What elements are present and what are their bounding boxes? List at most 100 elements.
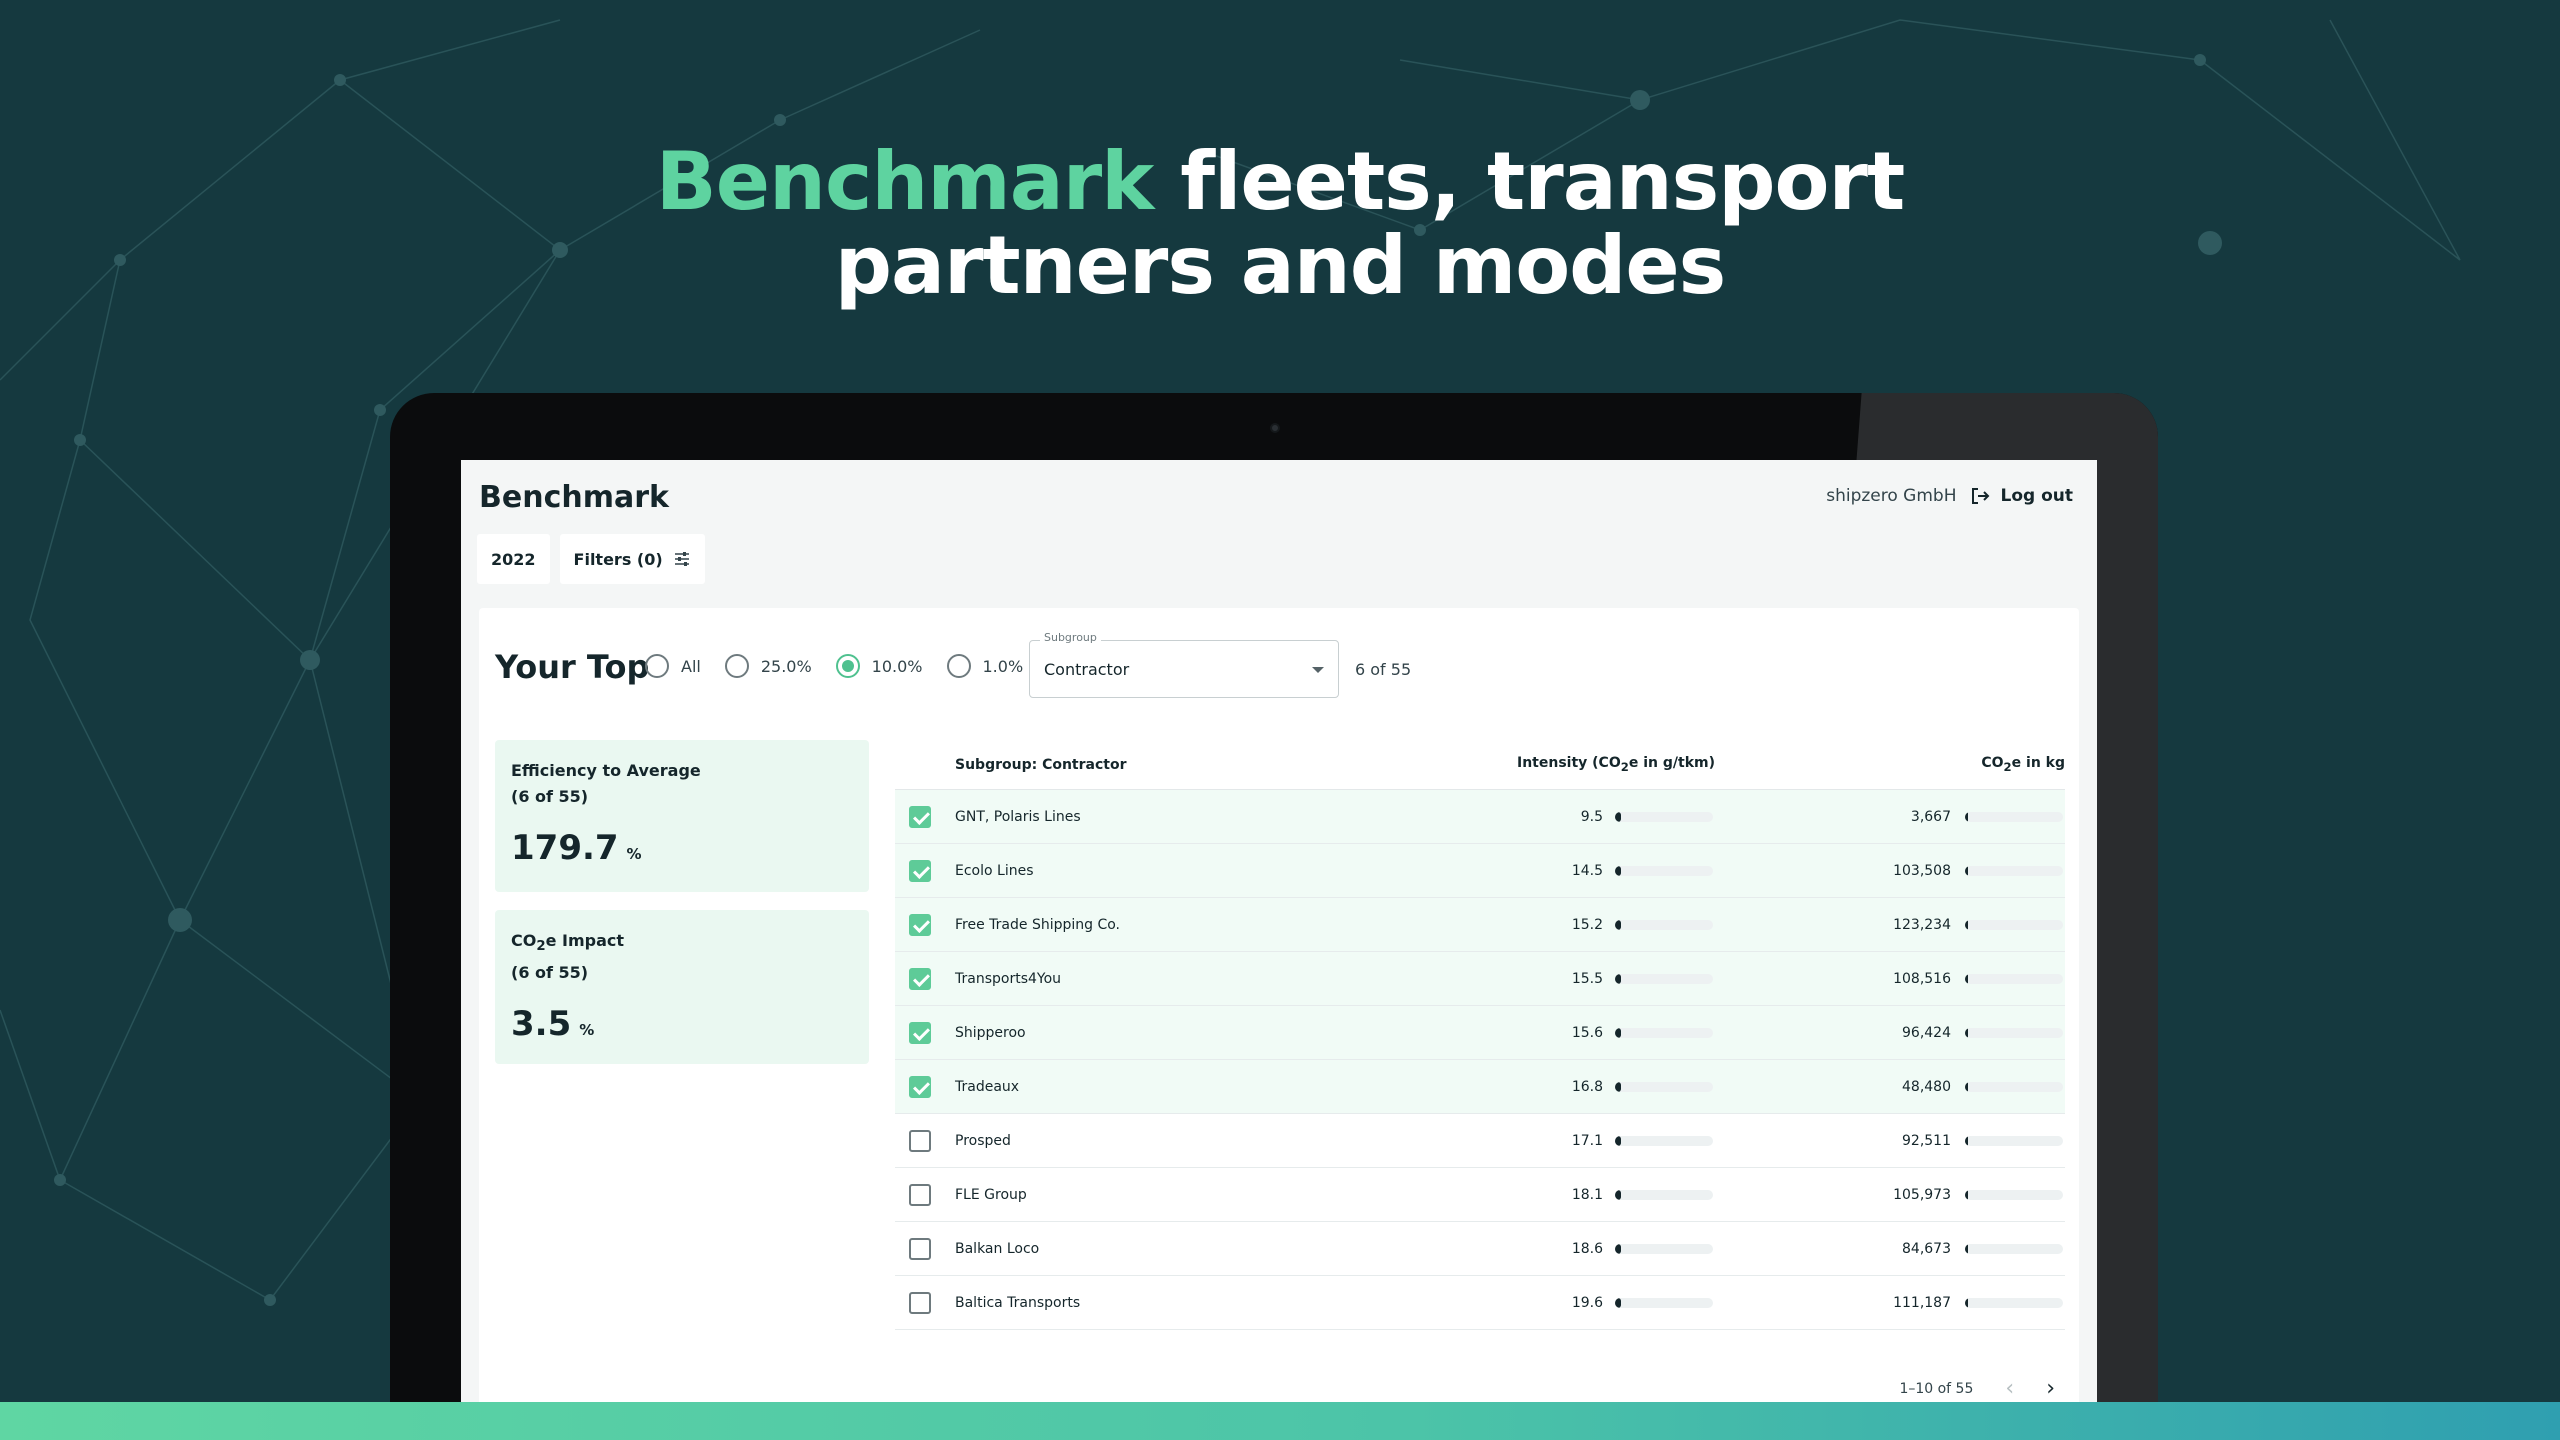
column-header-name[interactable]: Subgroup: Contractor [955,757,1435,773]
co2-bar-fill [1965,865,1968,876]
intensity-value: 15.2 [1571,916,1603,933]
row-checkbox[interactable] [909,967,931,990]
table-row[interactable]: Free Trade Shipping Co. 15.2 123,234 [895,898,2065,952]
radio-label: 1.0% [982,656,1024,676]
logout-icon [1972,488,1990,504]
kpi-unit: % [626,845,642,863]
co2-value: 123,234 [1893,916,1951,933]
co2-bar [1965,973,2063,984]
intensity-value: 18.1 [1571,1186,1603,1203]
row-checkbox[interactable] [909,1129,931,1152]
intensity-bar [1615,1189,1713,1200]
table-row[interactable]: FLE Group 18.1 105,973 [895,1168,2065,1222]
row-checkbox-cell [895,1021,955,1044]
row-checkbox[interactable] [909,1183,931,1206]
co2-value: 96,424 [1902,1024,1951,1041]
filters-button[interactable]: Filters (0) [559,534,705,584]
row-checkbox[interactable] [909,1075,931,1098]
table-row[interactable]: Balkan Loco 18.6 84,673 [895,1222,2065,1276]
kpi-title-line2: (6 of 55) [511,963,589,983]
intensity-value: 16.8 [1571,1078,1603,1095]
header-sub: 2 [1620,759,1629,774]
co2-bar-fill [1965,1135,1968,1146]
table-row[interactable]: Prosped 17.1 92,511 [895,1114,2065,1168]
intensity-value: 14.5 [1571,862,1603,879]
logout-button[interactable]: Log out [1970,486,2073,506]
filters-label: Filters (0) [573,549,663,569]
co2-bar-fill [1965,1189,1968,1200]
chevron-left-icon[interactable]: ‹ [2005,1376,2014,1401]
radio-1[interactable]: 1.0% [946,654,1024,678]
intensity-value: 19.6 [1571,1294,1603,1311]
co2-value: 108,516 [1893,970,1951,987]
table-header: Subgroup: Contractor Intensity (CO2e in … [895,740,2065,790]
table-row[interactable]: Baltica Transports 19.6 111,187 [895,1276,2065,1330]
co2-bar-cell [1965,1243,2065,1254]
year-label: 2022 [491,549,536,569]
radio-label: 25.0% [760,656,812,676]
table-row[interactable]: GNT, Polaris Lines 9.5 3,667 [895,790,2065,844]
radio-all[interactable]: All [645,654,701,678]
subgroup-select[interactable]: Subgroup Contractor [1029,631,1339,698]
intensity-bar-cell [1615,1135,1715,1146]
contractor-name: Prosped [955,1132,1011,1149]
kpi-title-sub: 2 [536,939,546,955]
intensity-value: 18.6 [1571,1240,1603,1257]
column-header-intensity[interactable]: Intensity (CO2e in g/tkm) [1435,755,1715,774]
header-text: CO [1981,755,2004,772]
co2-bar-cell [1965,1081,2065,1092]
radio-label: 10.0% [871,656,923,676]
intensity-bar-fill [1615,1135,1621,1146]
row-checkbox[interactable] [909,1291,931,1314]
radio-25[interactable]: 25.0% [724,654,812,678]
row-checkbox[interactable] [909,913,931,936]
intensity-bar-cell [1615,973,1715,984]
contractor-name: Ecolo Lines [955,862,1034,879]
contractor-name: Baltica Transports [955,1294,1081,1311]
table-row[interactable]: Tradeaux 16.8 48,480 [895,1060,2065,1114]
kpi-title: CO2e Impact (6 of 55) [511,928,853,986]
kpi-title-prefix: CO [511,931,537,950]
row-checkbox[interactable] [909,805,931,828]
radio-circle [946,654,971,678]
co2-value: 103,508 [1893,862,1951,879]
row-checkbox-cell [895,1129,955,1152]
row-checkbox[interactable] [909,1021,931,1044]
intensity-bar-fill [1615,1297,1621,1308]
chevron-right-icon[interactable]: › [2046,1376,2055,1401]
row-checkbox[interactable] [909,1237,931,1260]
table-row[interactable]: Shipperoo 15.6 96,424 [895,1006,2065,1060]
co2-bar-fill [1965,1081,1968,1092]
sliders-icon [674,552,689,566]
co2-bar [1965,811,2063,822]
table-row[interactable]: Transports4You 15.5 108,516 [895,952,2065,1006]
kpi-unit: % [579,1021,595,1040]
row-checkbox-cell [895,805,955,828]
co2-bar [1965,919,2063,930]
column-header-co2[interactable]: CO2e in kg [1715,755,2065,774]
intensity-bar-cell [1615,865,1715,876]
co2-bar [1965,865,2063,876]
intensity-bar-fill [1615,1243,1621,1254]
webcam [1270,423,1280,433]
intensity-bar-cell [1615,1027,1715,1038]
intensity-bar-fill [1615,865,1621,876]
radio-10[interactable]: 10.0% [835,654,923,678]
intensity-bar-fill [1615,811,1621,822]
organization-name: shipzero GmbH [1826,486,1957,506]
year-button[interactable]: 2022 [477,534,550,584]
your-top-label: Your Top [495,648,650,686]
co2-bar-cell [1965,973,2065,984]
kpi-value: 3.5% [511,1004,853,1044]
table-row[interactable]: Ecolo Lines 14.5 103,508 [895,844,2065,898]
row-checkbox[interactable] [909,859,931,882]
radio-circle [645,654,669,678]
row-checkbox-cell [895,1291,955,1314]
page-title: Benchmark [479,480,669,515]
co2-bar-cell [1965,811,2065,822]
co2-bar-cell [1965,1135,2065,1146]
intensity-bar-cell [1615,1081,1715,1092]
caret-down-icon [1312,667,1324,673]
co2-bar-cell [1965,1189,2065,1200]
co2-bar-fill [1965,1243,1968,1254]
